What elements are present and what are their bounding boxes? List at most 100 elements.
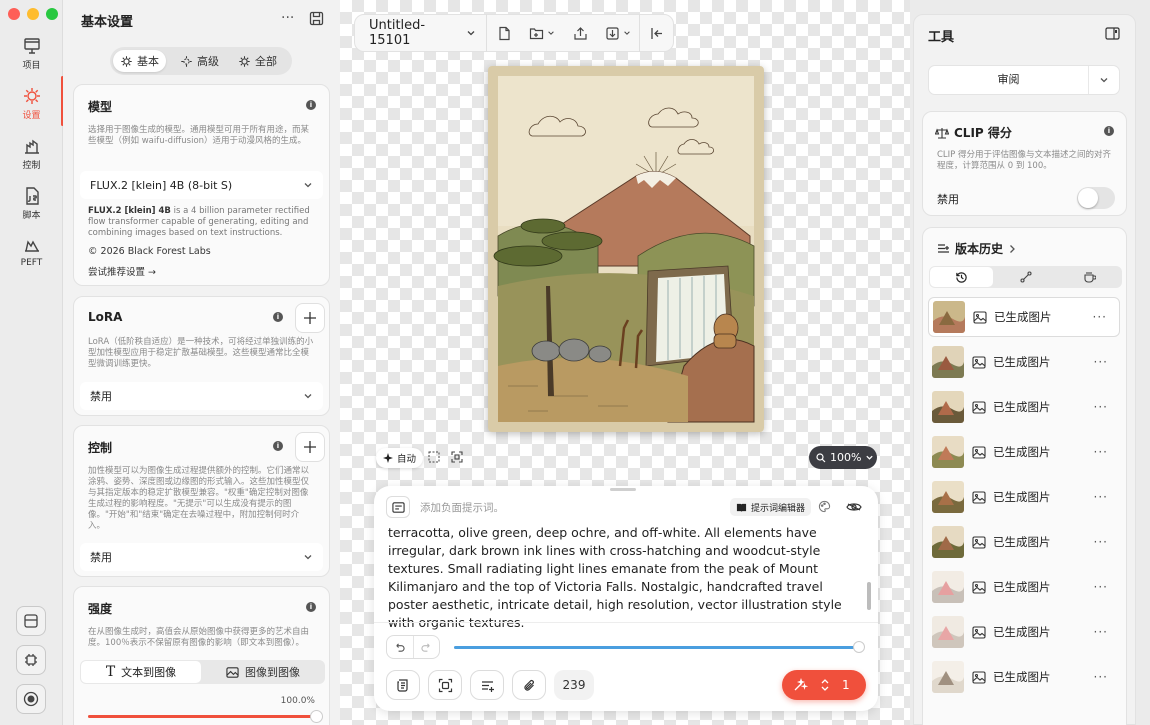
rail-item-project[interactable]: 项目 bbox=[0, 36, 63, 71]
prompt-textarea[interactable]: terracotta, olive green, deep ochre, and… bbox=[388, 524, 864, 632]
advanced-sun-icon bbox=[180, 55, 193, 68]
history-item-label: 已生成图片 bbox=[993, 445, 1051, 459]
more-options-icon[interactable]: ··· bbox=[1094, 625, 1108, 639]
layout-icon[interactable] bbox=[16, 606, 46, 636]
more-options-icon[interactable]: ··· bbox=[1093, 310, 1107, 324]
text-to-image-option[interactable]: T 文本到图像 bbox=[81, 661, 201, 683]
zoom-dropdown[interactable]: 100% bbox=[809, 446, 877, 469]
new-file-icon[interactable] bbox=[487, 14, 521, 52]
account-icon[interactable] bbox=[16, 684, 46, 714]
clip-toggle-switch[interactable] bbox=[1077, 187, 1115, 209]
add-lora-button[interactable] bbox=[295, 303, 325, 333]
history-item[interactable]: 已生成图片 ··· bbox=[928, 477, 1120, 517]
image-to-image-option[interactable]: 图像到图像 bbox=[203, 661, 323, 683]
drag-handle[interactable] bbox=[610, 488, 636, 491]
progress-thumb[interactable] bbox=[853, 641, 865, 653]
generated-artwork[interactable] bbox=[488, 66, 764, 432]
strength-slider-track[interactable] bbox=[88, 715, 316, 718]
chevron-down-icon bbox=[1089, 75, 1119, 85]
undo-icon[interactable] bbox=[387, 636, 414, 658]
strength-slider-thumb[interactable] bbox=[310, 710, 323, 723]
maximize-window-button[interactable] bbox=[46, 8, 58, 20]
more-options-icon[interactable]: ··· bbox=[281, 10, 294, 26]
history-item[interactable]: 已生成图片 ··· bbox=[928, 522, 1120, 562]
document-title-dropdown[interactable]: Untitled-15101 bbox=[355, 14, 488, 52]
history-item[interactable]: 已生成图片 ··· bbox=[928, 387, 1120, 427]
prompt-scrollbar[interactable] bbox=[867, 582, 871, 610]
redo-icon[interactable] bbox=[414, 636, 440, 658]
rail-item-peft[interactable]: PEFT bbox=[0, 236, 63, 268]
tab-advanced[interactable]: 高级 bbox=[173, 50, 226, 72]
prompt-editor-button[interactable]: 提示词编辑器 bbox=[730, 498, 812, 516]
open-folder-icon[interactable] bbox=[521, 14, 563, 52]
add-line-icon[interactable] bbox=[470, 670, 504, 700]
strength-heading: 强度 bbox=[88, 602, 113, 616]
more-options-icon[interactable]: ··· bbox=[1094, 400, 1108, 414]
focus-frame-icon[interactable] bbox=[428, 670, 462, 700]
history-item[interactable]: 已生成图片 ··· bbox=[928, 297, 1120, 337]
close-window-button[interactable] bbox=[8, 8, 20, 20]
more-options-icon[interactable]: ··· bbox=[1094, 535, 1108, 549]
history-item[interactable]: 已生成图片 ··· bbox=[928, 657, 1120, 697]
info-icon[interactable]: i bbox=[306, 100, 316, 110]
more-options-icon[interactable]: ··· bbox=[1094, 490, 1108, 504]
image-icon bbox=[972, 535, 986, 549]
sidebar-toggle-icon[interactable] bbox=[1105, 27, 1120, 40]
add-control-button[interactable] bbox=[295, 432, 325, 462]
info-icon[interactable]: i bbox=[306, 602, 316, 612]
palette-icon[interactable] bbox=[818, 500, 831, 513]
generate-button[interactable]: 1 bbox=[782, 670, 866, 700]
generate-count: 1 bbox=[842, 678, 850, 692]
share-icon[interactable] bbox=[563, 14, 597, 52]
undo-redo-group bbox=[386, 635, 440, 659]
minimize-window-button[interactable] bbox=[27, 8, 39, 20]
tab-all[interactable]: 全部 bbox=[231, 50, 284, 72]
rail-item-script[interactable]: 脚本 bbox=[0, 186, 63, 221]
history-item[interactable]: 已生成图片 ··· bbox=[928, 567, 1120, 607]
chip-icon[interactable] bbox=[16, 645, 46, 675]
history-item[interactable]: 已生成图片 ··· bbox=[928, 342, 1120, 382]
negative-prompt-toggle-icon[interactable] bbox=[386, 496, 410, 518]
history-cup-icon[interactable] bbox=[1058, 267, 1121, 287]
info-icon[interactable]: i bbox=[273, 441, 283, 451]
history-clock-icon[interactable] bbox=[930, 267, 993, 287]
more-options-icon[interactable]: ··· bbox=[1094, 580, 1108, 594]
scroll-icon[interactable] bbox=[386, 670, 420, 700]
more-options-icon[interactable]: ··· bbox=[1094, 355, 1108, 369]
history-branch-icon[interactable] bbox=[994, 267, 1057, 287]
canvas-area[interactable]: Untitled-15101 自动 100% 添加负面提示词。 提示词编辑器 t… bbox=[340, 0, 910, 725]
control-select[interactable]: 禁用 bbox=[80, 543, 323, 571]
export-icon[interactable] bbox=[597, 14, 639, 52]
info-icon[interactable]: i bbox=[1104, 126, 1114, 136]
model-select[interactable]: FLUX.2 [klein] 4B (8-bit S) bbox=[80, 171, 323, 199]
save-icon[interactable] bbox=[309, 11, 324, 26]
lora-select-value: 禁用 bbox=[90, 390, 112, 403]
version-history-header[interactable]: 版本历史 bbox=[937, 240, 1016, 257]
zoom-level: 100% bbox=[830, 451, 862, 464]
review-dropdown[interactable]: 审阅 bbox=[928, 65, 1120, 95]
attachment-icon[interactable] bbox=[512, 670, 546, 700]
info-icon[interactable]: i bbox=[273, 312, 283, 322]
model-select-value: FLUX.2 [klein] 4B (8-bit S) bbox=[90, 178, 233, 192]
auto-button[interactable]: 自动 bbox=[376, 448, 424, 468]
count-stepper-icon[interactable] bbox=[820, 677, 830, 693]
more-options-icon[interactable]: ··· bbox=[1094, 445, 1108, 459]
negative-prompt-input[interactable]: 添加负面提示词。 bbox=[420, 500, 504, 515]
collapse-panel-icon[interactable] bbox=[638, 14, 673, 52]
image-icon bbox=[972, 400, 986, 414]
magic-select-icon[interactable] bbox=[428, 451, 440, 463]
lora-select[interactable]: 禁用 bbox=[80, 382, 323, 410]
rail-label: 设置 bbox=[22, 111, 41, 121]
history-thumbnail bbox=[932, 616, 964, 648]
tab-basic[interactable]: 基本 bbox=[113, 50, 166, 72]
try-recommended-link[interactable]: 尝试推荐设置 → bbox=[88, 264, 156, 278]
crop-frame-icon[interactable] bbox=[451, 451, 463, 463]
history-item[interactable]: 已生成图片 ··· bbox=[928, 612, 1120, 652]
rail-label: 控制 bbox=[22, 161, 41, 171]
visibility-icon[interactable] bbox=[842, 496, 866, 518]
sparkle-icon bbox=[383, 453, 393, 463]
more-options-icon[interactable]: ··· bbox=[1094, 670, 1108, 684]
history-item[interactable]: 已生成图片 ··· bbox=[928, 432, 1120, 472]
rail-item-settings[interactable]: 设置 bbox=[0, 86, 63, 121]
rail-item-control[interactable]: 控制 bbox=[0, 136, 63, 171]
